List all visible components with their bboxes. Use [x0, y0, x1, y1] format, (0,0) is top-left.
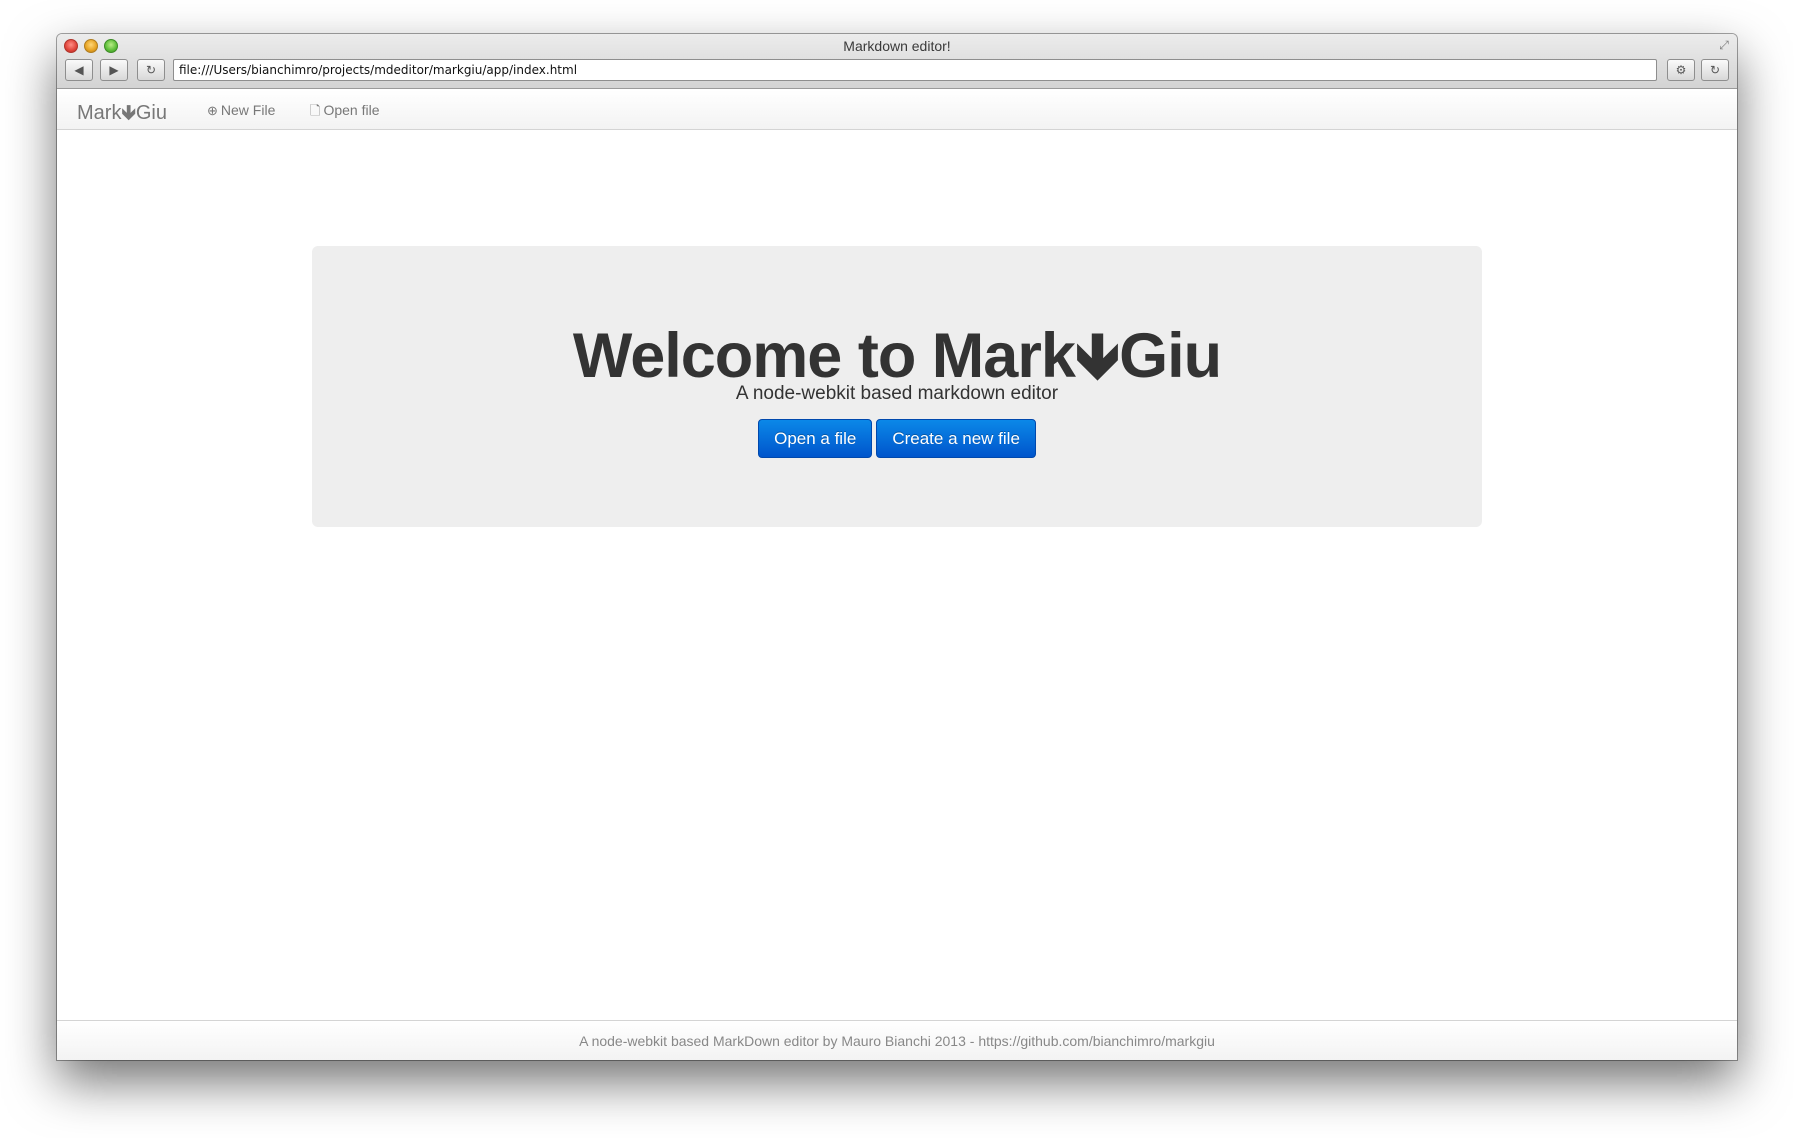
new-file-label: New File — [220, 102, 276, 118]
file-icon: 🗋 — [310, 103, 321, 118]
gear-icon: ⚙ — [1675, 63, 1687, 77]
brand-text-mark: Mark — [77, 102, 122, 124]
create-new-file-button[interactable]: Create a new file — [876, 419, 1036, 458]
back-button[interactable]: ◀ — [65, 59, 93, 81]
footer: A node-webkit based MarkDown editor by M… — [57, 1020, 1737, 1060]
devtools-reload-button[interactable]: ↻ — [1701, 59, 1729, 81]
new-file-link[interactable]: ⊕ New File — [207, 102, 275, 119]
back-arrow-icon: ◀ — [74, 63, 84, 77]
reload-icon: ↻ — [1709, 63, 1721, 77]
open-file-link[interactable]: 🗋 Open file — [310, 102, 380, 124]
reload-button[interactable]: ↻ — [137, 59, 165, 81]
settings-button[interactable]: ⚙ — [1667, 59, 1695, 81]
open-file-button[interactable]: Open a file — [758, 419, 873, 458]
fullscreen-icon[interactable]: ⤢ — [1717, 38, 1731, 52]
hero-subtitle: A node-webkit based markdown editor — [735, 383, 1059, 404]
hero-buttons: Open a file Create a new file — [312, 419, 1482, 458]
welcome-hero: Welcome to Mark🡻Giu A node-webkit based … — [312, 246, 1482, 527]
hero-title-post: Giu — [1119, 321, 1222, 391]
window-titlebar: Markdown editor! ⤢ ◀ ▶ ↻ file:///Users/b… — [57, 34, 1737, 89]
open-file-label: Open file — [323, 102, 380, 118]
address-bar[interactable]: file:///Users/bianchimro/projects/mdedit… — [173, 59, 1657, 81]
down-arrow-icon: 🡻 — [121, 102, 136, 124]
hero-title-pre: Welcome to Mark — [572, 321, 1076, 391]
reload-icon: ↻ — [145, 63, 157, 77]
down-arrow-icon: 🡻 — [1074, 321, 1120, 391]
brand-logo[interactable]: Mark🡻Giu — [77, 98, 167, 132]
plus-circle-icon: ⊕ — [207, 103, 218, 118]
app-window: Markdown editor! ⤢ ◀ ▶ ↻ file:///Users/b… — [57, 34, 1737, 1060]
window-title: Markdown editor! — [843, 38, 951, 54]
forward-button[interactable]: ▶ — [100, 59, 128, 81]
forward-arrow-icon: ▶ — [109, 63, 119, 77]
app-navbar: Mark🡻Giu ⊕ New File 🗋 Open file — [57, 90, 1737, 130]
brand-text-giu: Giu — [135, 102, 167, 124]
